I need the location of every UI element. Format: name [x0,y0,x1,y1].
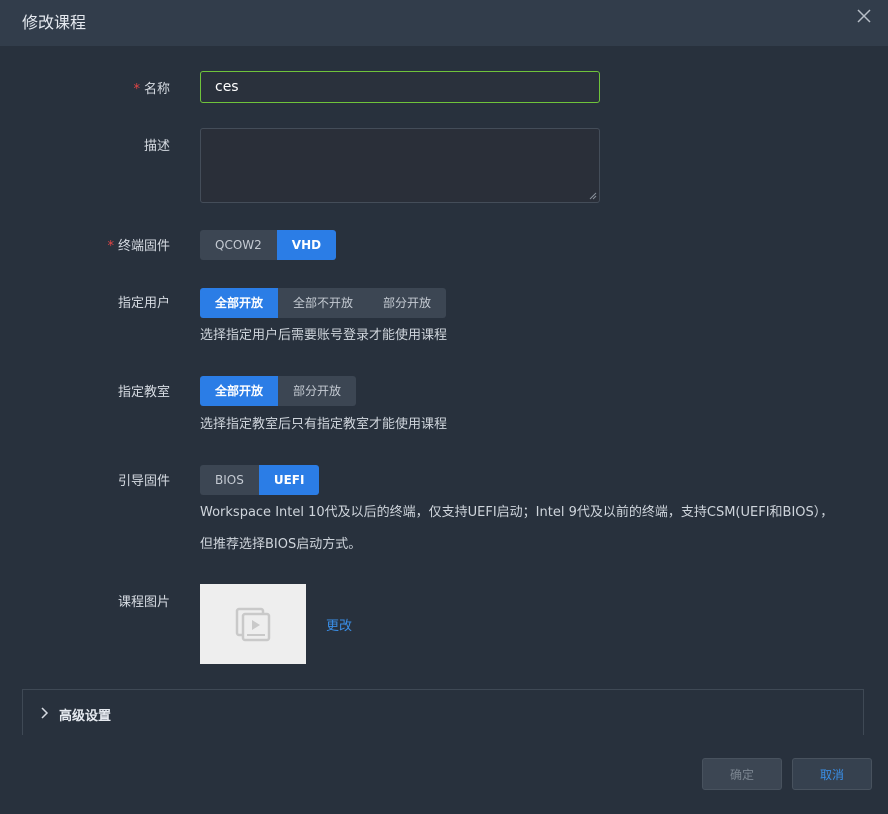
classroom-label: 指定教室 [117,385,170,400]
boot-option-bios[interactable]: BIOS [200,465,259,495]
boot-segment: BIOS UEFI [200,465,320,495]
firmware-segment: QCOW2 VHD [200,230,337,260]
cancel-button[interactable]: 取消 [792,758,872,790]
firmware-label: * 终端固件 [107,239,170,254]
close-icon[interactable] [854,6,874,26]
users-hint: 选择指定用户后需要账号登录才能使用课程 [200,328,448,343]
users-label: 指定用户 [117,296,170,311]
chevron-right-icon [41,707,49,719]
boot-option-uefi[interactable]: UEFI [258,465,320,495]
required-mark: * [133,82,140,97]
required-mark: * [107,239,114,254]
image-placeholder-icon [235,607,271,642]
description-textarea[interactable] [200,128,600,203]
boot-label: 引导固件 [117,474,170,489]
firmware-option-vhd[interactable]: VHD [276,230,337,260]
firmware-option-qcow2[interactable]: QCOW2 [200,230,277,260]
classroom-hint: 选择指定教室后只有指定教室才能使用课程 [200,417,448,432]
boot-description: Workspace Intel 10代及以后的终端，仅支持UEFI启动；Inte… [200,505,834,552]
classroom-segment: 全部开放 部分开放 [200,376,357,406]
image-label: 课程图片 [117,595,170,610]
classroom-option-all-open[interactable]: 全部开放 [200,376,279,406]
classroom-option-partial[interactable]: 部分开放 [278,376,357,406]
change-image-link[interactable]: 更改 [326,615,352,634]
advanced-settings-toggle[interactable]: 高级设置 [22,689,864,735]
edit-course-dialog: 修改课程 * 名称 ces 描述 * 终端固件 QCOW2 VHD 指定用户 全部开… [0,0,888,814]
name-label: * 名称 [133,82,170,97]
users-segment: 全部开放 全部不开放 部分开放 [200,288,447,318]
users-option-all-open[interactable]: 全部开放 [200,288,279,318]
description-label: 描述 [143,139,170,154]
resize-handle-icon[interactable] [589,192,597,200]
users-option-partial[interactable]: 部分开放 [368,288,447,318]
dialog-header: 修改课程 [0,0,888,46]
name-input[interactable]: ces [200,71,600,103]
advanced-settings-label: 高级设置 [59,709,112,724]
course-image-placeholder [200,584,306,664]
dialog-title: 修改课程 [22,13,87,32]
confirm-button[interactable]: 确定 [702,758,782,790]
users-option-none-open[interactable]: 全部不开放 [278,288,369,318]
